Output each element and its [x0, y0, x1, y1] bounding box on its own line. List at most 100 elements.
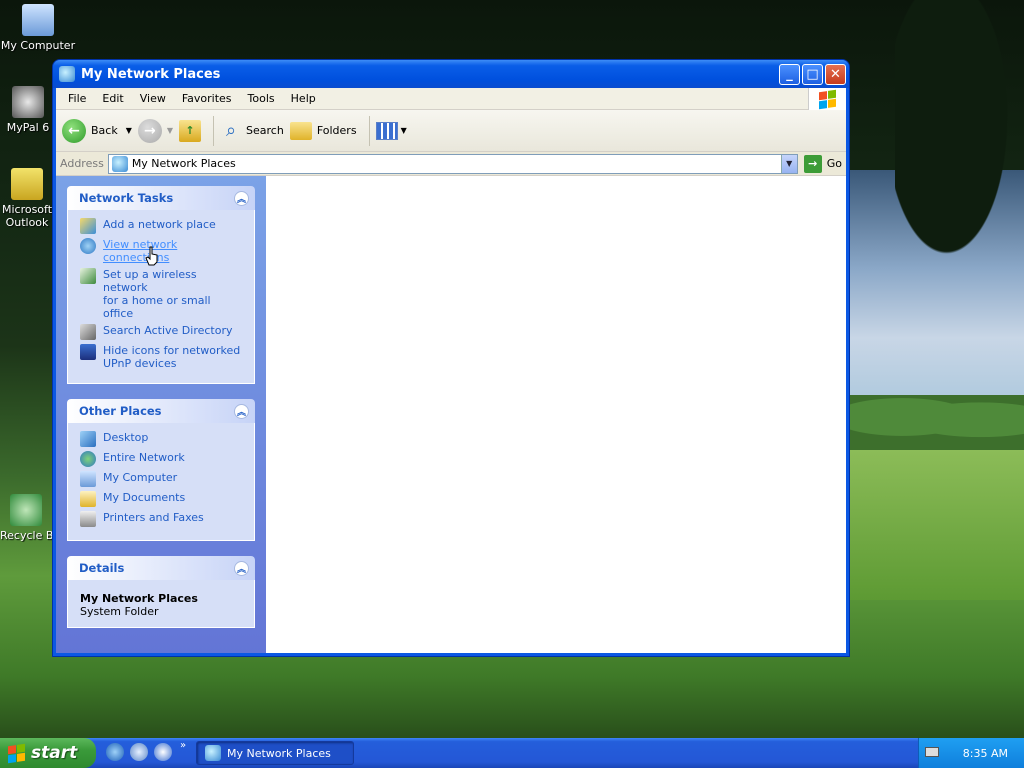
views-button[interactable]: ▼ — [375, 121, 407, 140]
place-desktop[interactable]: Desktop — [80, 431, 244, 447]
back-label: Back — [91, 124, 118, 137]
add-network-place-icon — [80, 218, 96, 234]
desktop-icon-label: Recycle Bin — [0, 529, 52, 542]
clock[interactable]: 8:35 AM — [963, 747, 1008, 760]
up-folder-button[interactable]: ↑ — [179, 119, 202, 142]
toolbar-separator — [213, 115, 215, 146]
maximize-button[interactable]: □ — [802, 64, 823, 85]
back-arrow-icon: ← — [62, 118, 86, 143]
network-tasks-panel: Network Tasks ︽ Add a network place View… — [67, 186, 255, 384]
chevron-down-icon: ▼ — [166, 126, 174, 135]
other-places-header[interactable]: Other Places ︽ — [67, 399, 255, 423]
quick-launch-more-icon[interactable]: » — [180, 740, 186, 751]
task-setup-wireless[interactable]: Set up a wireless network for a home or … — [80, 268, 244, 320]
menu-favorites[interactable]: Favorites — [174, 92, 240, 105]
back-button[interactable]: ← Back ▼ — [62, 118, 132, 143]
network-places-icon — [205, 745, 221, 761]
place-label: My Documents — [103, 491, 186, 504]
network-tasks-body: Add a network place View network connect… — [67, 210, 255, 384]
network-tasks-header[interactable]: Network Tasks ︽ — [67, 186, 255, 210]
menu-file[interactable]: File — [60, 92, 94, 105]
collapse-chevron-icon[interactable]: ︽ — [234, 403, 249, 419]
chevron-down-icon[interactable]: ▼ — [126, 126, 132, 135]
other-places-body: Desktop Entire Network My Computer My Do… — [67, 423, 255, 541]
folders-button[interactable]: Folders — [289, 121, 357, 140]
outlook-express-icon[interactable] — [130, 743, 148, 761]
panel-title: Network Tasks — [79, 191, 174, 205]
task-pane: Network Tasks ︽ Add a network place View… — [56, 176, 266, 653]
collapse-chevron-icon[interactable]: ︽ — [234, 190, 249, 206]
system-tray: 8:35 AM — [918, 738, 1024, 768]
standard-toolbar: ← Back ▼ → ▼ ↑ ⌕ Search Folders ▼ — [56, 110, 846, 152]
my-computer-icon — [80, 471, 96, 487]
taskbar: start » My Network Places 8:35 AM — [0, 738, 1024, 768]
collapse-chevron-icon[interactable]: ︽ — [234, 560, 249, 576]
details-header[interactable]: Details ︽ — [67, 556, 255, 580]
task-hide-upnp[interactable]: Hide icons for networked UPnP devices — [80, 344, 244, 370]
desktop-lawn — [850, 450, 1024, 600]
address-value: My Network Places — [131, 157, 236, 170]
close-button[interactable]: ✕ — [825, 64, 846, 85]
details-name: My Network Places — [80, 592, 198, 605]
desktop-icon-outlook[interactable]: Microsoft Outlook — [0, 168, 54, 229]
start-button[interactable]: start — [0, 738, 96, 768]
windows-logo-icon — [8, 743, 25, 763]
place-my-computer[interactable]: My Computer — [80, 471, 244, 487]
forward-button[interactable]: → ▼ — [137, 118, 174, 143]
printer-icon — [80, 511, 96, 527]
place-entire-network[interactable]: Entire Network — [80, 451, 244, 467]
task-label: Hide icons for networked UPnP devices — [103, 344, 241, 370]
my-computer-icon — [22, 4, 54, 36]
desktop-icon-label: My Computer — [0, 39, 76, 52]
menu-edit[interactable]: Edit — [94, 92, 131, 105]
desktop-icon-my-computer[interactable]: My Computer — [0, 4, 76, 52]
window-title: My Network Places — [81, 66, 221, 82]
panel-title: Other Places — [79, 404, 162, 418]
window-body: File Edit View Favorites Tools Help ← Ba… — [56, 88, 846, 653]
minimize-button[interactable]: _ — [779, 64, 800, 85]
task-label: Search Active Directory — [103, 324, 233, 337]
address-dropdown-button[interactable]: ▼ — [780, 154, 797, 173]
go-button[interactable]: → Go — [803, 154, 842, 173]
details-body: My Network Places System Folder — [67, 580, 255, 628]
folder-view[interactable] — [266, 176, 846, 653]
search-directory-icon — [80, 324, 96, 340]
desktop-icon-mypal[interactable]: MyPal 6 — [0, 86, 56, 134]
toolbar-separator — [368, 115, 370, 146]
network-places-icon — [111, 155, 128, 172]
address-bar: Address My Network Places ▼ → Go — [56, 152, 846, 176]
desktop-trees — [850, 395, 1024, 450]
search-button[interactable]: ⌕ Search — [220, 120, 284, 142]
upnp-devices-icon — [80, 344, 96, 360]
place-label: My Computer — [103, 471, 178, 484]
taskbar-item-my-network-places[interactable]: My Network Places — [196, 741, 354, 765]
window-controls: _ □ ✕ — [779, 64, 846, 85]
internet-explorer-icon[interactable] — [106, 743, 124, 761]
quick-launch — [106, 743, 172, 761]
my-documents-icon — [80, 491, 96, 507]
desktop-icon — [80, 431, 96, 447]
place-printers-faxes[interactable]: Printers and Faxes — [80, 511, 244, 527]
place-my-documents[interactable]: My Documents — [80, 491, 244, 507]
desktop-icon-recycle-bin[interactable]: Recycle Bin — [0, 494, 52, 542]
task-search-active-directory[interactable]: Search Active Directory — [80, 324, 244, 340]
address-input[interactable]: My Network Places ▼ — [107, 153, 798, 174]
task-view-network-connections[interactable]: View network connections — [80, 238, 244, 264]
go-arrow-icon: → — [803, 154, 822, 173]
mypal-icon — [12, 86, 44, 118]
task-add-network-place[interactable]: Add a network place — [80, 218, 244, 234]
title-bar[interactable]: My Network Places _ □ ✕ — [53, 60, 849, 88]
keyboard-icon[interactable] — [925, 747, 939, 757]
menu-view[interactable]: View — [132, 92, 174, 105]
taskbar-item-label: My Network Places — [227, 746, 331, 760]
place-label: Printers and Faxes — [103, 511, 204, 524]
menu-help[interactable]: Help — [283, 92, 324, 105]
entire-network-icon — [80, 451, 96, 467]
menu-tools[interactable]: Tools — [240, 92, 283, 105]
desktop-icon-label: MyPal 6 — [6, 121, 50, 134]
network-connections-icon — [80, 238, 96, 254]
up-folder-icon: ↑ — [179, 119, 202, 142]
menu-bar: File Edit View Favorites Tools Help — [56, 88, 846, 110]
other-places-panel: Other Places ︽ Desktop Entire Network My… — [67, 399, 255, 541]
media-player-icon[interactable] — [154, 743, 172, 761]
